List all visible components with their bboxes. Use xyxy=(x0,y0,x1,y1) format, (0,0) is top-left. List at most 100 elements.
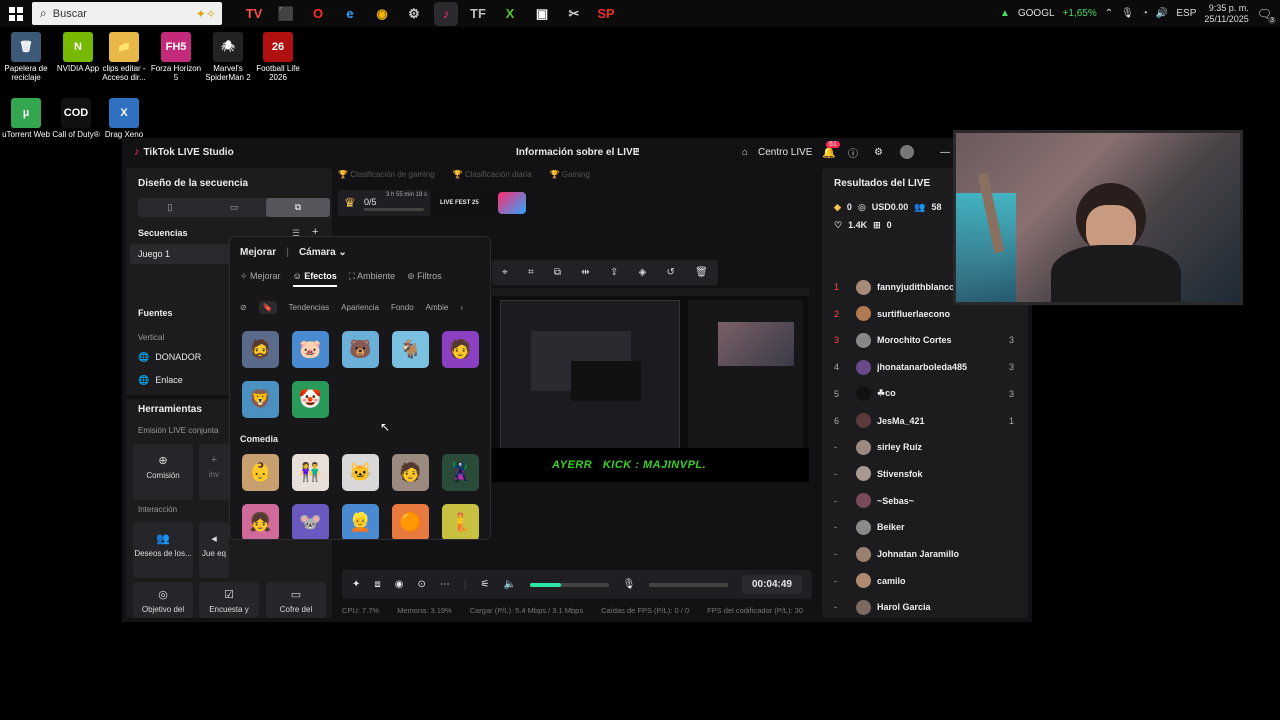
share-icon[interactable]: ⇗ xyxy=(632,147,640,158)
taskbar-app-icon[interactable]: ▣ xyxy=(530,2,554,26)
taskbar-app-icon[interactable]: TV xyxy=(242,2,266,26)
taskbar-app-icon[interactable]: TF xyxy=(466,2,490,26)
chevron-up-icon[interactable]: ⌃ xyxy=(1105,8,1113,19)
stream-canvas[interactable]: AYERR KICK : MAJINVPL. xyxy=(492,288,809,482)
dual-option[interactable]: ⧉ xyxy=(266,198,330,217)
volume-slider[interactable] xyxy=(529,582,609,587)
category-ambient[interactable]: Ambie xyxy=(426,303,449,312)
taskbar-app-icon[interactable]: ◉ xyxy=(370,2,394,26)
effect-thumbnail[interactable]: 🟠 xyxy=(392,504,429,539)
taskbar-search[interactable]: ⌕ Buscar ✦✧ xyxy=(32,2,222,25)
tab-ambient[interactable]: ⛶ Ambiente xyxy=(349,271,395,287)
desktop-icon[interactable]: µ uTorrent Web xyxy=(0,98,52,139)
live-fest-banner[interactable]: LIVE FEST 25 xyxy=(434,190,529,216)
flip-icon[interactable]: ⇹ xyxy=(581,267,589,278)
home-icon[interactable]: ⌂ xyxy=(742,147,748,158)
effect-thumbnail[interactable]: 👱 xyxy=(342,504,379,539)
effect-thumbnail[interactable]: 🦹 xyxy=(442,454,479,491)
ranking-row[interactable]: - ~Sebas~ xyxy=(834,492,1014,510)
ranking-row[interactable]: 3 Morochito Cortes 3 xyxy=(834,331,1014,349)
layers-icon[interactable]: ◈ xyxy=(639,267,647,278)
effect-thumbnail[interactable]: 🐻 xyxy=(342,331,379,368)
tab-effects[interactable]: ☺ Efectos xyxy=(292,271,337,287)
portrait-option[interactable]: ▯ xyxy=(138,198,202,217)
chest-card[interactable]: ▭ Cofre del xyxy=(266,582,326,618)
landscape-option[interactable]: ▭ xyxy=(202,198,266,217)
centro-live-link[interactable]: Centro LIVE xyxy=(758,147,812,158)
desktop-icon[interactable]: 26 Football Life 2026 xyxy=(252,32,304,82)
taskbar-app-icon[interactable]: ⬛ xyxy=(274,2,298,26)
rank-tab[interactable]: 🏆 Clasificación diaria xyxy=(453,170,532,179)
live-info-title[interactable]: Información sobre el LIVE xyxy=(516,147,639,158)
source-item[interactable]: 🌐 DONADOR xyxy=(138,352,201,363)
webcam-overlay[interactable] xyxy=(953,130,1243,305)
taskbar-app-icon[interactable]: e xyxy=(338,2,362,26)
desktop-icon[interactable]: FH5 Forza Horizon 5 xyxy=(150,32,202,82)
ranking-row[interactable]: 6 JesMa_421 1 xyxy=(834,412,1014,430)
category-trending[interactable]: Tendencias xyxy=(289,303,329,312)
ranking-row[interactable]: - camilo xyxy=(834,572,1014,590)
replay-icon[interactable]: ⊙ xyxy=(418,579,426,590)
taskbar-app-icon[interactable]: SP xyxy=(594,2,618,26)
mic-slider[interactable] xyxy=(649,582,728,587)
desktop-icon[interactable]: 🕷 Marvel's SpiderMan 2 xyxy=(202,32,254,82)
magic-wand-icon[interactable]: ✦ xyxy=(352,579,360,590)
category-appearance[interactable]: Apariencia xyxy=(341,303,379,312)
effect-thumbnail[interactable]: 🐱 xyxy=(342,454,379,491)
desktop-icon[interactable]: X Drag Xeno xyxy=(98,98,150,139)
screen-share-icon[interactable]: ⧈ xyxy=(374,579,380,590)
more-icon[interactable]: ⋯ xyxy=(440,579,450,590)
record-icon[interactable]: ◉ xyxy=(395,579,404,590)
desktop-icon[interactable]: COD Call of Duty® xyxy=(50,98,102,139)
effect-thumbnail[interactable]: 🧑 xyxy=(392,454,429,491)
ranking-row[interactable]: 2 surtifluerlaecono xyxy=(834,305,1014,323)
effect-thumbnail[interactable]: 🐭 xyxy=(292,504,329,539)
ranking-row[interactable]: - sirley Ruíz xyxy=(834,438,1014,456)
ranking-row[interactable]: - Johnatan Jaramillo xyxy=(834,545,1014,563)
source-item[interactable]: 🌐 Enlace xyxy=(138,375,183,386)
volume-icon[interactable]: 🔊 xyxy=(1156,8,1168,19)
desktop-icon[interactable]: N NVIDIA App xyxy=(52,32,104,73)
effect-thumbnail[interactable]: 🦁 xyxy=(242,381,279,418)
speaker-icon[interactable]: 🔈 xyxy=(503,579,515,590)
settings-icon[interactable]: ⚙ xyxy=(874,147,883,158)
mic-icon[interactable]: 🎙 xyxy=(623,579,636,590)
wifi-icon[interactable]: ◔ xyxy=(1142,8,1148,19)
chevron-right-icon[interactable]: › xyxy=(460,303,463,312)
avatar[interactable] xyxy=(900,145,914,159)
effect-thumbnail[interactable]: 👶 xyxy=(242,454,279,491)
desktop-icon[interactable]: 🗑 Papelera de reciclaje xyxy=(0,32,52,82)
bookmark-icon[interactable]: 🔖 xyxy=(258,301,277,314)
games-card[interactable]: ◂ Jue eq xyxy=(199,522,229,578)
none-icon[interactable]: ⊘ xyxy=(240,303,247,312)
rank-tab[interactable]: 🏆 Gaming xyxy=(550,170,590,179)
ranking-row[interactable]: - Harol Garcia xyxy=(834,598,1014,616)
poll-card[interactable]: ☑ Encuesta y xyxy=(199,582,259,618)
effect-thumbnail[interactable]: 🧔 xyxy=(242,331,279,368)
tab-filters[interactable]: ⊚ Filtros xyxy=(407,271,442,287)
move-up-icon[interactable]: ⇪ xyxy=(610,267,618,278)
target-icon[interactable]: ⌖ xyxy=(502,267,508,278)
minimize-icon[interactable]: — xyxy=(940,147,950,158)
start-button[interactable] xyxy=(0,0,32,27)
goal-widget[interactable]: ♛ 0/5 3 h 55 min 18 s xyxy=(338,190,430,216)
help-icon[interactable]: ⓘ xyxy=(848,145,858,160)
taskbar-app-icon[interactable]: O xyxy=(306,2,330,26)
effect-thumbnail[interactable]: 🧑 xyxy=(442,331,479,368)
taskbar-app-icon[interactable]: ✂ xyxy=(562,2,586,26)
crop-icon[interactable]: ⌗ xyxy=(528,267,534,278)
enhance-tab-header[interactable]: Mejorar xyxy=(240,247,276,258)
effect-thumbnail[interactable]: 🤡 xyxy=(292,381,329,418)
desktop-icon[interactable]: 📁 clips editar - Acceso dir... xyxy=(98,32,150,82)
ranking-row[interactable]: 4 jhonatanarboleda485 3 xyxy=(834,358,1014,376)
notifications-icon[interactable]: 🗨 3 xyxy=(1257,7,1276,24)
category-background[interactable]: Fondo xyxy=(391,303,414,312)
taskbar-app-icon[interactable]: ⚙ xyxy=(402,2,426,26)
ranking-row[interactable]: - Beiker xyxy=(834,518,1014,536)
undo-icon[interactable]: ↺ xyxy=(667,267,675,278)
ranking-row[interactable]: - Stivensfok xyxy=(834,465,1014,483)
clock[interactable]: 9:35 p. m. 25/11/2025 xyxy=(1204,3,1248,25)
copy-icon[interactable]: ⧉ xyxy=(554,267,561,278)
rank-tab[interactable]: 🏆 Clasificación de gaming xyxy=(338,170,435,179)
goal-card[interactable]: ◎ Objetivo del xyxy=(133,582,193,618)
